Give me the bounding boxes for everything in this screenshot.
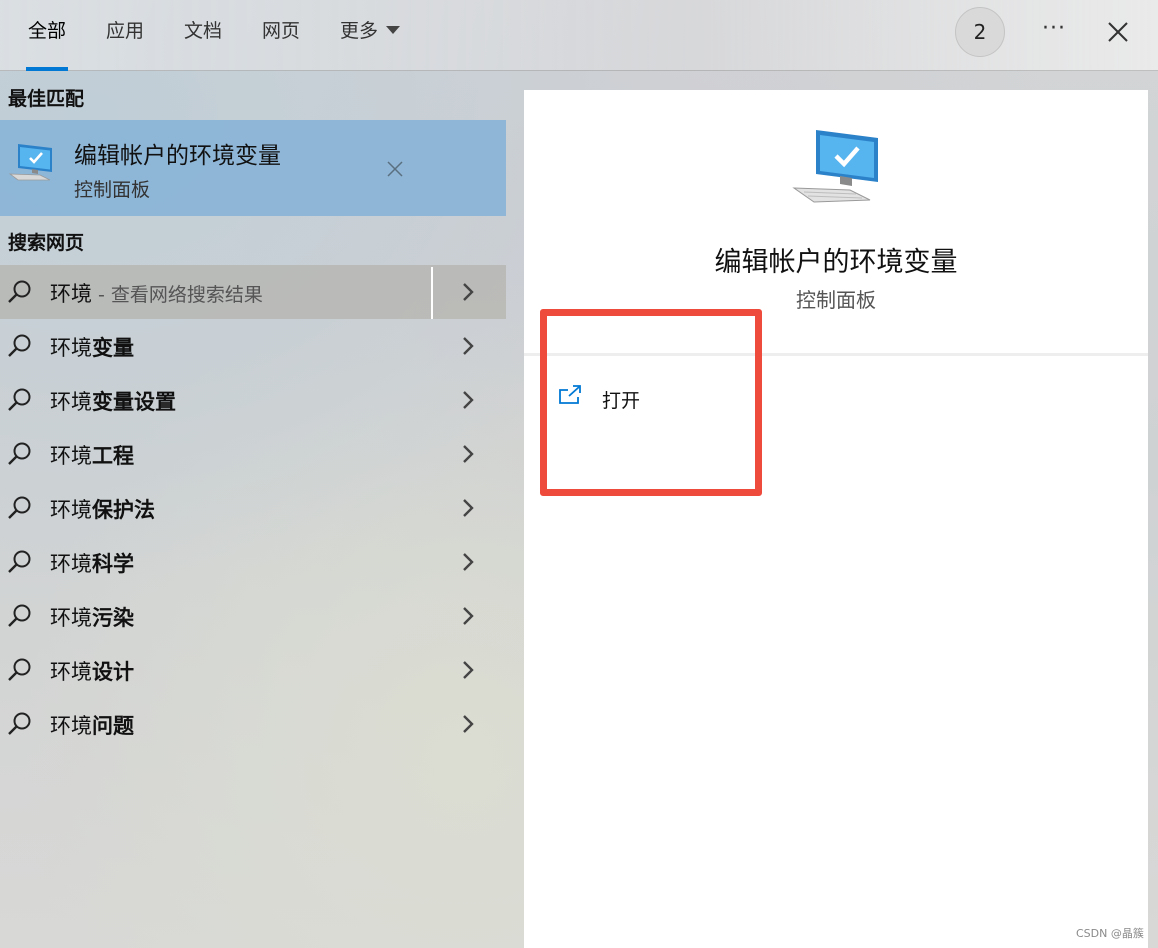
remove-icon[interactable]	[386, 160, 404, 178]
search-result-suggestion: 变量	[92, 336, 134, 360]
chevron-right-icon[interactable]	[458, 659, 478, 681]
search-result-suggestion: 污染	[92, 606, 134, 630]
search-result-query: 环境	[50, 552, 92, 576]
chevron-right-icon[interactable]	[458, 713, 478, 735]
close-button[interactable]	[1100, 14, 1136, 50]
search-result-suggestion: 设计	[92, 660, 134, 684]
search-icon	[6, 332, 34, 360]
search-result-row[interactable]: 环境污染	[0, 589, 506, 643]
search-icon	[6, 602, 34, 630]
caret-down-icon	[386, 25, 401, 34]
search-result-row[interactable]: 环境变量	[0, 319, 506, 373]
search-icon	[6, 494, 34, 522]
tab-apps[interactable]: 应用	[106, 0, 144, 71]
detail-title: 编辑帐户的环境变量	[714, 247, 958, 278]
chevron-right-icon[interactable]	[458, 389, 478, 411]
search-result-row[interactable]: 环境设计	[0, 643, 506, 697]
tab-documents[interactable]: 文档	[184, 0, 222, 71]
best-match-subtitle: 控制面板	[74, 179, 151, 201]
search-icon	[6, 278, 34, 306]
search-result-suggestion: 问题	[92, 714, 134, 738]
chevron-right-icon[interactable]	[458, 443, 478, 465]
watermark: CSDN @晶簇	[1076, 927, 1144, 940]
best-match-heading: 最佳匹配	[8, 88, 85, 110]
tab-all[interactable]: 全部	[25, 0, 69, 71]
divider	[431, 267, 433, 319]
search-result-label: 环境科学	[50, 548, 134, 578]
search-result-row[interactable]: 环境问题	[0, 697, 506, 751]
best-match-item[interactable]: 编辑帐户的环境变量 控制面板	[0, 120, 506, 216]
close-icon	[1108, 22, 1128, 42]
search-result-query: 环境	[50, 336, 92, 360]
highlight-annotation-box	[540, 309, 762, 496]
search-result-label: 环境保护法	[50, 494, 155, 524]
search-web-heading: 搜索网页	[8, 232, 85, 254]
chevron-right-icon[interactable]	[458, 605, 478, 627]
search-icon	[6, 710, 34, 738]
search-result-query: 环境	[50, 390, 92, 414]
chevron-right-icon[interactable]	[458, 335, 478, 357]
monitor-check-icon	[8, 144, 52, 181]
chevron-right-icon[interactable]	[458, 281, 478, 303]
chevron-right-icon[interactable]	[458, 497, 478, 519]
search-icon	[6, 440, 34, 468]
search-result-query: 环境	[50, 498, 92, 522]
search-result-query: 环境	[50, 606, 92, 630]
search-result-label: 环境污染	[50, 602, 134, 632]
search-result-label: 环境变量	[50, 332, 134, 362]
search-result-suggestion: 变量设置	[92, 390, 176, 414]
search-result-label: 环境问题	[50, 710, 134, 740]
search-result-row[interactable]: 环境保护法	[0, 481, 506, 535]
search-result-row[interactable]: 环境科学	[0, 535, 506, 589]
tab-more[interactable]: 更多	[340, 0, 401, 71]
search-result-query: 环境	[50, 444, 92, 468]
search-result-row[interactable]: 环境 - 查看网络搜索结果	[0, 265, 506, 319]
search-result-label: 环境 - 查看网络搜索结果	[50, 278, 263, 308]
best-match-title: 编辑帐户的环境变量	[74, 143, 281, 169]
search-result-label: 环境设计	[50, 656, 134, 686]
search-icon	[6, 548, 34, 576]
top-tab-bar: 全部 应用 文档 网页 更多 2 ···	[0, 0, 1158, 71]
detail-panel: 编辑帐户的环境变量 控制面板 打开	[524, 90, 1148, 948]
search-result-query: 环境	[50, 282, 92, 306]
search-result-row[interactable]: 环境变量设置	[0, 373, 506, 427]
tab-web[interactable]: 网页	[262, 0, 300, 71]
search-icon	[6, 386, 34, 414]
search-result-suggestion: 工程	[92, 444, 134, 468]
search-result-label: 环境工程	[50, 440, 134, 470]
monitor-check-icon	[792, 130, 878, 203]
tab-more-label: 更多	[340, 20, 379, 42]
search-icon	[6, 656, 34, 684]
search-result-label: 环境变量设置	[50, 386, 176, 416]
search-result-row[interactable]: 环境工程	[0, 427, 506, 481]
search-result-suggestion: 保护法	[92, 498, 155, 522]
rewards-badge[interactable]: 2	[955, 7, 1005, 57]
search-result-hint: - 查看网络搜索结果	[92, 284, 263, 306]
search-result-query: 环境	[50, 660, 92, 684]
more-options-button[interactable]: ···	[1036, 14, 1072, 50]
search-result-query: 环境	[50, 714, 92, 738]
search-result-suggestion: 科学	[92, 552, 134, 576]
chevron-right-icon[interactable]	[458, 551, 478, 573]
